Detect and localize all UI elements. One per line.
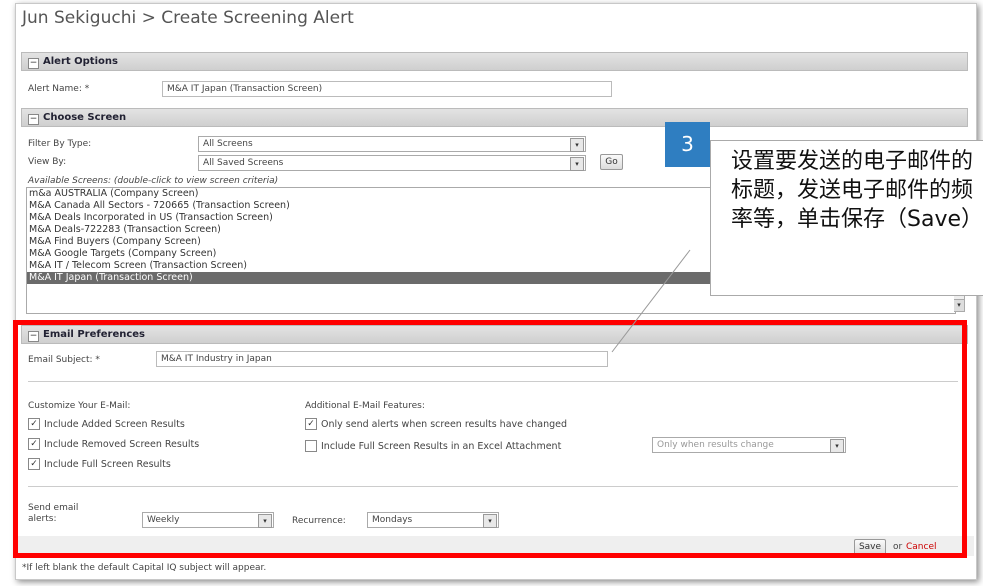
checkbox-unchecked-icon[interactable] xyxy=(305,440,317,452)
footer-note: *If left blank the default Capital IQ su… xyxy=(22,563,267,573)
checkbox-checked-icon[interactable]: ✓ xyxy=(28,418,40,430)
dropdown-arrow-icon[interactable]: ▾ xyxy=(258,514,272,528)
include-removed-checkbox[interactable]: ✓ Include Removed Screen Results xyxy=(28,438,199,450)
view-by-select[interactable]: All Saved Screens ▾ xyxy=(198,155,586,171)
choose-screen-title: Choose Screen xyxy=(43,112,127,123)
page-title: Jun Sekiguchi > Create Screening Alert xyxy=(22,8,354,28)
step-number-badge: 3 xyxy=(665,122,710,167)
excel-attachment-value: Only when results change xyxy=(657,440,774,450)
collapse-icon[interactable]: − xyxy=(28,331,39,342)
go-button[interactable]: Go xyxy=(600,154,623,170)
view-by-value: All Saved Screens xyxy=(203,158,284,168)
cancel-link[interactable]: Cancel xyxy=(906,542,937,552)
customize-heading: Customize Your E-Mail: xyxy=(28,401,131,411)
checkbox-checked-icon[interactable]: ✓ xyxy=(305,418,317,430)
include-full-checkbox[interactable]: ✓ Include Full Screen Results xyxy=(28,458,171,470)
checkbox-label: Include Removed Screen Results xyxy=(44,438,200,450)
action-bar xyxy=(16,536,974,556)
filter-by-type-label: Filter By Type: xyxy=(28,139,92,149)
excel-attachment-checkbox[interactable]: Include Full Screen Results in an Excel … xyxy=(305,440,561,452)
send-alerts-label: Send email alerts: xyxy=(28,503,79,524)
checkbox-label: Include Full Screen Results xyxy=(44,458,171,470)
email-preferences-header[interactable]: − Email Preferences xyxy=(21,325,968,344)
collapse-icon[interactable]: − xyxy=(28,58,39,69)
divider xyxy=(28,381,958,382)
recurrence-label: Recurrence: xyxy=(292,516,346,526)
checkbox-label: Only send alerts when screen results hav… xyxy=(321,418,567,430)
email-preferences-title: Email Preferences xyxy=(43,329,146,340)
frequency-value: Weekly xyxy=(147,515,180,525)
dropdown-arrow-icon[interactable]: ▾ xyxy=(570,157,584,171)
email-subject-label: Email Subject: * xyxy=(28,355,100,365)
scroll-down-icon[interactable]: ▾ xyxy=(954,299,964,311)
save-button[interactable]: Save xyxy=(854,539,886,555)
dropdown-arrow-icon[interactable]: ▾ xyxy=(830,439,844,453)
checkbox-label: Include Full Screen Results in an Excel … xyxy=(321,440,562,452)
alert-options-header[interactable]: − Alert Options xyxy=(21,52,968,71)
dropdown-arrow-icon[interactable]: ▾ xyxy=(570,138,584,152)
divider xyxy=(28,486,958,487)
instruction-text: 设置要发送的电子邮件的标题，发送电子邮件的频率等，单击保存（Save） xyxy=(731,149,983,232)
recurrence-value: Mondays xyxy=(372,515,413,525)
alert-name-label: Alert Name: * xyxy=(28,84,90,94)
dropdown-arrow-icon[interactable]: ▾ xyxy=(483,514,497,528)
filter-by-type-value: All Screens xyxy=(203,139,253,149)
include-added-checkbox[interactable]: ✓ Include Added Screen Results xyxy=(28,418,185,430)
only-send-checkbox[interactable]: ✓ Only send alerts when screen results ha… xyxy=(305,418,567,430)
or-text: or xyxy=(893,542,903,552)
checkbox-label: Include Added Screen Results xyxy=(44,418,185,430)
alert-options-title: Alert Options xyxy=(43,56,118,67)
collapse-icon[interactable]: − xyxy=(28,114,39,125)
view-by-label: View By: xyxy=(28,157,67,167)
available-screens-label: Available Screens: (double-click to view… xyxy=(28,176,279,186)
additional-features-heading: Additional E-Mail Features: xyxy=(305,401,425,411)
instruction-callout: 设置要发送的电子邮件的标题，发送电子邮件的频率等，单击保存（Save） xyxy=(710,140,983,296)
checkbox-checked-icon[interactable]: ✓ xyxy=(28,458,40,470)
recurrence-select[interactable]: Mondays ▾ xyxy=(367,512,499,528)
checkbox-checked-icon[interactable]: ✓ xyxy=(28,438,40,450)
email-subject-input[interactable]: M&A IT Industry in Japan xyxy=(156,351,608,367)
filter-by-type-select[interactable]: All Screens ▾ xyxy=(198,136,586,152)
alert-name-input[interactable]: M&A IT Japan (Transaction Screen) xyxy=(162,81,612,97)
excel-attachment-select[interactable]: Only when results change ▾ xyxy=(652,437,846,453)
frequency-select[interactable]: Weekly ▾ xyxy=(142,512,274,528)
choose-screen-header[interactable]: − Choose Screen xyxy=(21,108,968,127)
